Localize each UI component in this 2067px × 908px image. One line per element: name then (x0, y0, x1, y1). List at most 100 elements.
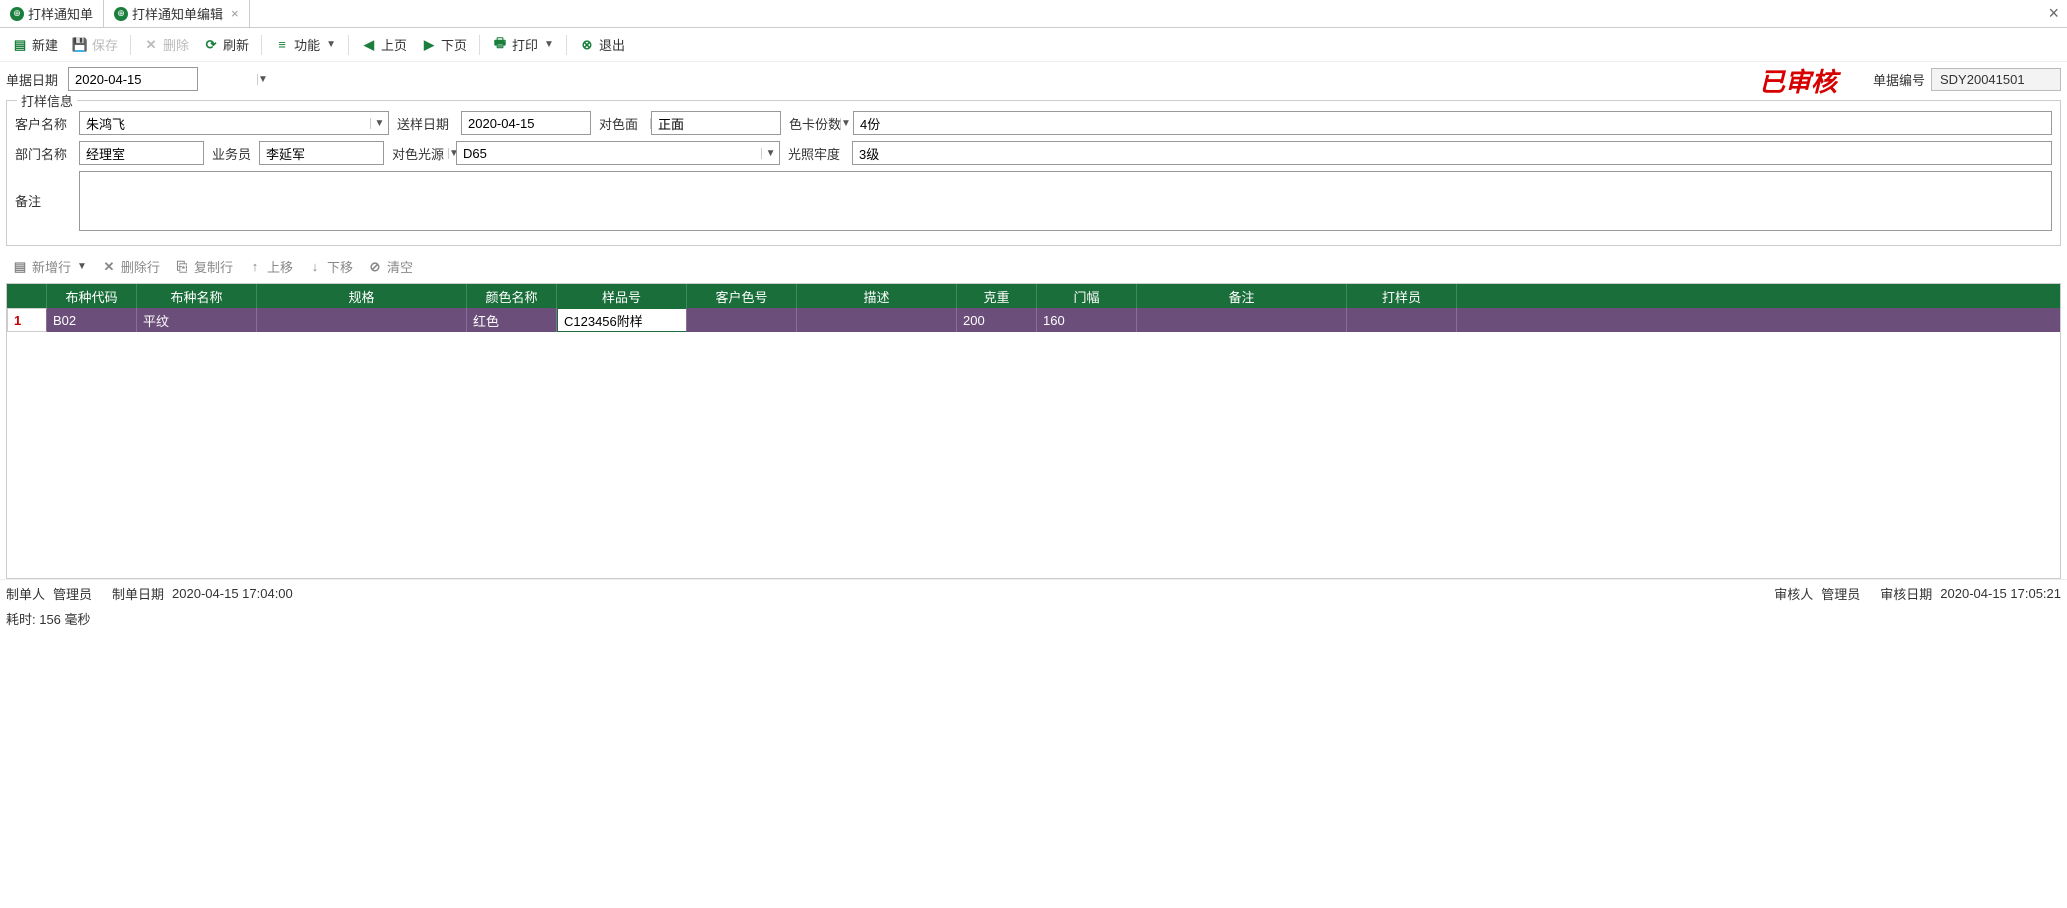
create-date-value: 2020-04-15 17:04:00 (172, 586, 293, 601)
chevron-down-icon[interactable]: ▼ (257, 74, 268, 85)
doc-date-field[interactable]: ▼ (68, 67, 198, 91)
dept-field[interactable]: ▼ (79, 141, 204, 165)
table-row[interactable]: 1 B02 平纹 红色 C123456附样 200 160 (7, 308, 2060, 332)
copy-icon: ⎘ (174, 259, 190, 275)
row-number: 1 (7, 308, 47, 332)
chevron-down-icon[interactable]: ▼ (370, 118, 388, 129)
col-width[interactable]: 门幅 (1037, 284, 1137, 308)
approved-stamp: 已审核 (1759, 62, 1837, 99)
auditor-label: 审核人 (1774, 584, 1813, 603)
new-icon: ▤ (12, 37, 28, 53)
date-bar: 单据日期 ▼ 已审核 单据编号 SDY20041501 (0, 62, 2067, 96)
customer-label: 客户名称 (15, 114, 71, 133)
move-up-button[interactable]: ↑上移 (241, 254, 299, 279)
save-button[interactable]: 💾保存 (66, 32, 124, 57)
globe-icon: ⊕ (10, 7, 24, 21)
cell-code[interactable]: B02 (47, 308, 137, 332)
cell-width[interactable]: 160 (1037, 308, 1137, 332)
group-title: 打样信息 (17, 91, 77, 110)
separator (261, 35, 262, 55)
col-sample[interactable]: 样品号 (557, 284, 687, 308)
tab-list[interactable]: ⊕ 打样通知单 (0, 0, 104, 27)
compare-side-field[interactable]: ▼ (651, 111, 781, 135)
cell-name[interactable]: 平纹 (137, 308, 257, 332)
col-desc[interactable]: 描述 (797, 284, 957, 308)
cell-weight[interactable]: 200 (957, 308, 1037, 332)
tab-edit[interactable]: ⊕ 打样通知单编辑 × (104, 0, 250, 27)
sample-info-group: 打样信息 客户名称 ▼ 送样日期 ▼ 对色面 ▼ 色卡份数 部门名称 ▼ 业务员… (6, 100, 2061, 246)
docno-label: 单据编号 (1873, 70, 1925, 89)
cell-staff[interactable] (1347, 308, 1457, 332)
col-code[interactable]: 布种代码 (47, 284, 137, 308)
chevron-down-icon: ▼ (77, 261, 87, 272)
col-remark[interactable]: 备注 (1137, 284, 1347, 308)
col-color[interactable]: 颜色名称 (467, 284, 557, 308)
audit-date-label: 审核日期 (1880, 584, 1932, 603)
light-fastness-label: 光照牢度 (788, 144, 844, 163)
clear-button[interactable]: ⊘清空 (361, 254, 419, 279)
refresh-icon: ⟳ (203, 37, 219, 53)
add-icon: ▤ (12, 259, 28, 275)
prev-button[interactable]: ◀上页 (355, 32, 413, 57)
col-weight[interactable]: 克重 (957, 284, 1037, 308)
chevron-down-icon: ▼ (544, 39, 554, 50)
delete-row-button[interactable]: ✕删除行 (95, 254, 166, 279)
cell-cust-color[interactable] (687, 308, 797, 332)
grid-header: 布种代码 布种名称 规格 颜色名称 样品号 客户色号 描述 克重 门幅 备注 打… (7, 284, 2060, 308)
next-icon: ▶ (421, 37, 437, 53)
close-all-icon[interactable]: × (2048, 3, 2059, 24)
close-icon[interactable]: × (231, 6, 239, 21)
clear-icon: ⊘ (367, 259, 383, 275)
refresh-button[interactable]: ⟳刷新 (197, 32, 255, 57)
creator-label: 制单人 (6, 584, 45, 603)
separator (566, 35, 567, 55)
doc-date-input[interactable] (69, 70, 257, 89)
tab-label: 打样通知单 (28, 4, 93, 23)
doc-date-label: 单据日期 (6, 70, 62, 89)
copy-row-button[interactable]: ⎘复制行 (168, 254, 239, 279)
print-icon: 🖶 (492, 37, 508, 53)
up-icon: ↑ (247, 259, 263, 275)
col-staff[interactable]: 打样员 (1347, 284, 1457, 308)
footer-bar: 制单人管理员 制单日期2020-04-15 17:04:00 审核人管理员 审核… (0, 579, 2067, 607)
col-name[interactable]: 布种名称 (137, 284, 257, 308)
remark-field[interactable] (79, 171, 2052, 231)
print-button[interactable]: 🖶打印▼ (486, 32, 560, 57)
cell-color[interactable]: 红色 (467, 308, 557, 332)
grid-toolbar: ▤新增行▼ ✕删除行 ⎘复制行 ↑上移 ↓下移 ⊘清空 (0, 250, 2067, 283)
next-button[interactable]: ▶下页 (415, 32, 473, 57)
cell-desc[interactable] (797, 308, 957, 332)
light-source-field[interactable]: ▼ (456, 141, 780, 165)
compare-side-label: 对色面 (599, 114, 643, 133)
customer-field[interactable]: ▼ (79, 111, 389, 135)
exit-button[interactable]: ⊗退出 (573, 32, 631, 57)
sales-label: 业务员 (212, 144, 251, 163)
col-spec[interactable]: 规格 (257, 284, 467, 308)
col-rownum (7, 284, 47, 308)
move-down-button[interactable]: ↓下移 (301, 254, 359, 279)
globe-icon: ⊕ (114, 7, 128, 21)
cell-sample[interactable]: C123456附样 (557, 308, 687, 332)
cell-spec[interactable] (257, 308, 467, 332)
list-icon: ≡ (274, 37, 290, 53)
light-source-label: 对色光源 (392, 144, 448, 163)
col-cust-color[interactable]: 客户色号 (687, 284, 797, 308)
tab-label: 打样通知单编辑 (132, 4, 223, 23)
status-bar: 耗时: 156 毫秒 (0, 607, 2067, 630)
light-fastness-field[interactable] (852, 141, 2052, 165)
send-date-field[interactable]: ▼ (461, 111, 591, 135)
separator (348, 35, 349, 55)
cell-remark[interactable] (1137, 308, 1347, 332)
add-row-button[interactable]: ▤新增行▼ (6, 254, 93, 279)
grid-body[interactable]: 1 B02 平纹 红色 C123456附样 200 160 (7, 308, 2060, 578)
separator (479, 35, 480, 55)
tab-bar: ⊕ 打样通知单 ⊕ 打样通知单编辑 × × (0, 0, 2067, 28)
delete-button[interactable]: ✕删除 (137, 32, 195, 57)
new-button[interactable]: ▤新建 (6, 32, 64, 57)
sales-field[interactable]: ▼ (259, 141, 384, 165)
chevron-down-icon[interactable]: ▼ (761, 148, 779, 159)
card-count-label: 色卡份数 (789, 114, 845, 133)
card-count-field[interactable] (853, 111, 2052, 135)
exit-icon: ⊗ (579, 37, 595, 53)
func-button[interactable]: ≡功能▼ (268, 32, 342, 57)
